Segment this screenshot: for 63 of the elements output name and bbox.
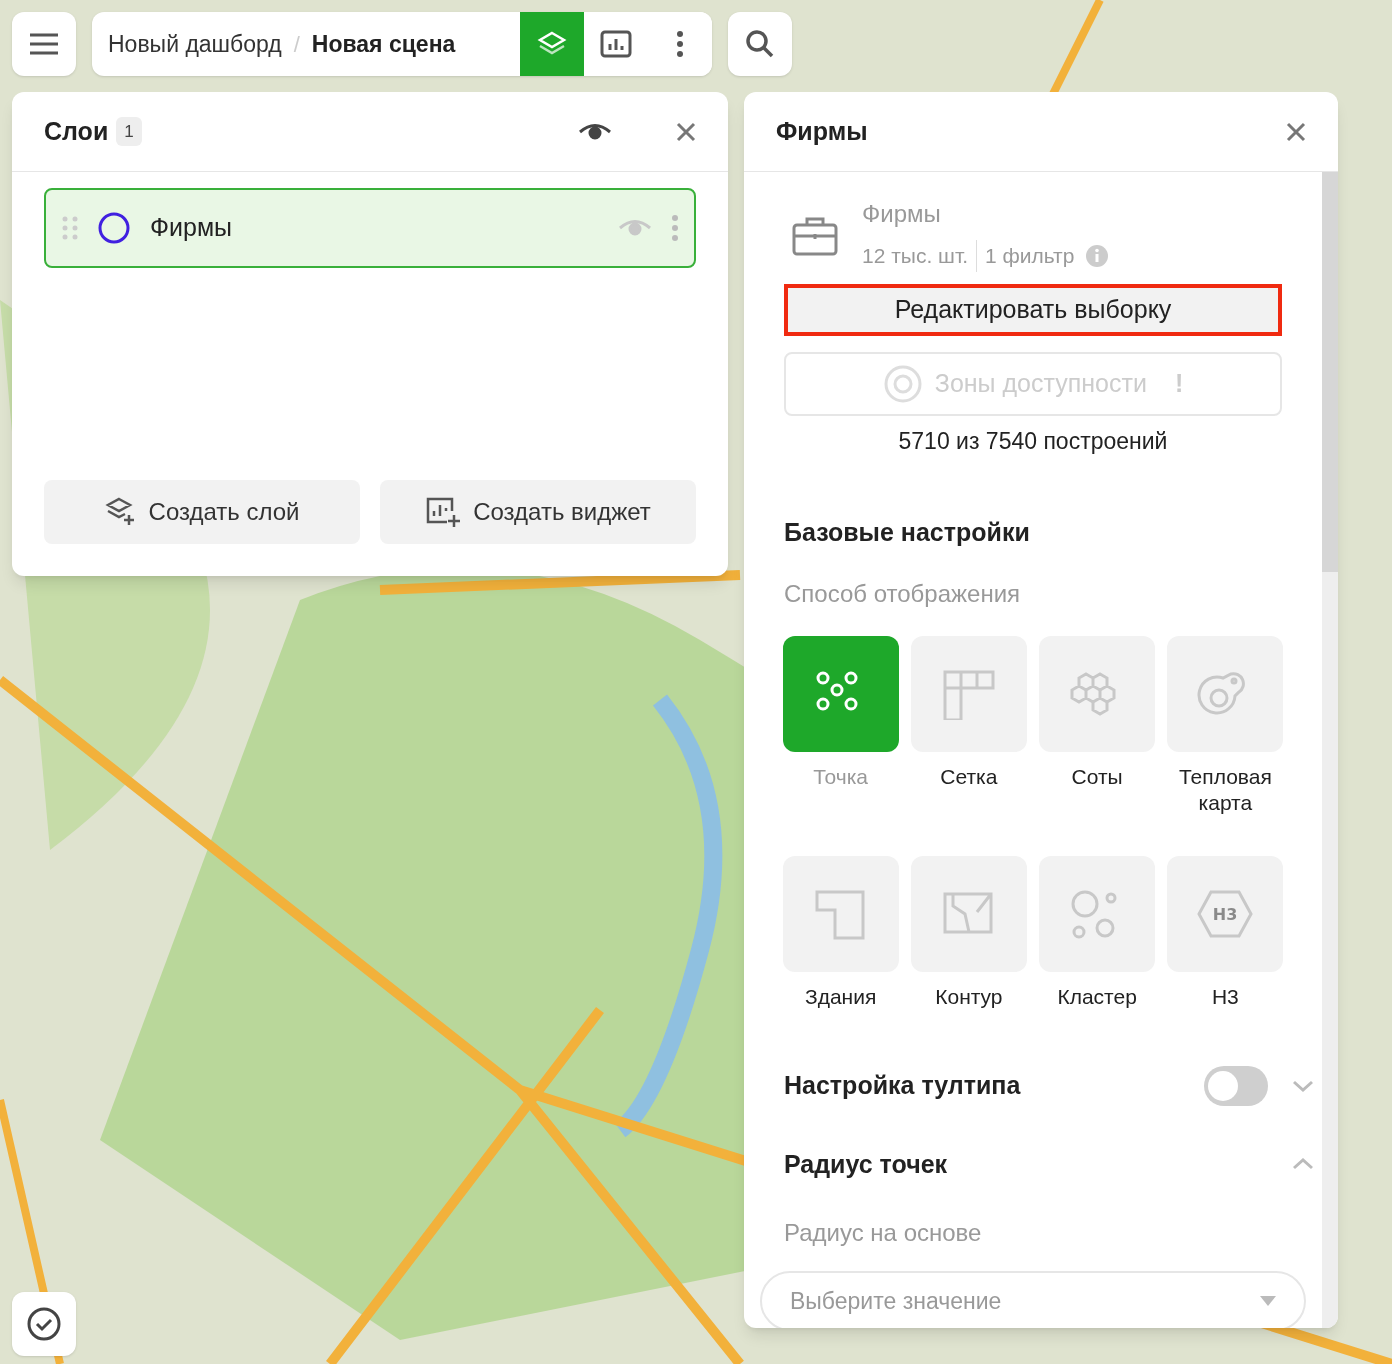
quota-text: 5710 из 7540 построений: [897, 426, 1169, 456]
layers-plus-icon: [104, 497, 137, 527]
widgets-button[interactable]: [584, 12, 648, 76]
dropdown-caret-icon: [1260, 1296, 1276, 1306]
display-mode-tile[interactable]: [782, 635, 899, 752]
source-name: Фирмы: [862, 199, 942, 229]
display-mode-tile[interactable]: [910, 635, 1027, 752]
briefcase-icon: [792, 216, 838, 256]
target-icon: [882, 363, 923, 404]
create-layer-button[interactable]: Создать слой: [44, 480, 360, 544]
display-mode-label: Сетка: [939, 763, 999, 790]
info-icon[interactable]: [1086, 244, 1109, 267]
display-mode-label: H3: [1210, 983, 1240, 1010]
chart-icon: [600, 30, 632, 58]
drag-handle-icon[interactable]: [62, 216, 78, 240]
section-title: Базовые настройки: [784, 517, 1031, 548]
layer-name: Фирмы: [150, 212, 234, 244]
panel-title: Фирмы: [776, 115, 869, 147]
layer-item[interactable]: Фирмы: [44, 188, 696, 268]
search-icon: [745, 29, 775, 59]
breadcrumb-separator: /: [292, 30, 301, 59]
warning-mark: !: [1174, 367, 1184, 399]
history-button[interactable]: [12, 1292, 76, 1356]
count-badge: 1: [116, 116, 142, 147]
display-mode-label: Тепловая карта: [1177, 763, 1273, 816]
menu-button[interactable]: [12, 12, 76, 76]
create-widget-button[interactable]: Создать виджет: [380, 480, 696, 544]
display-mode-tile[interactable]: [1167, 635, 1284, 752]
radius-basis-label: Радиус на основе: [784, 1218, 983, 1248]
close-icon[interactable]: [676, 121, 696, 142]
eye-icon: [578, 122, 612, 141]
display-mode-tile[interactable]: [782, 855, 899, 972]
display-mode-tile[interactable]: [910, 855, 1027, 972]
tooltip-toggle[interactable]: [1204, 1065, 1268, 1106]
more-button[interactable]: [648, 12, 712, 76]
edit-selection-button[interactable]: Редактировать выборку: [784, 283, 1282, 336]
chart-plus-icon: [425, 496, 462, 528]
display-mode-label: Контур: [934, 983, 1004, 1010]
display-mode-tile[interactable]: [1039, 855, 1156, 972]
filter-count: 1 фильтр: [984, 243, 1075, 269]
chevron-icon[interactable]: [1292, 1079, 1314, 1092]
menu-icon: [30, 33, 58, 55]
display-mode-label: Соты: [1070, 763, 1124, 790]
more-icon[interactable]: [672, 215, 678, 241]
clock-check-icon: [26, 1306, 62, 1342]
display-mode-tile[interactable]: [1039, 635, 1156, 752]
chevron-icon[interactable]: [1292, 1158, 1314, 1171]
scrollbar[interactable]: [1322, 172, 1338, 1328]
display-mode-label: Способ отображения: [784, 578, 1022, 609]
search-button[interactable]: [728, 12, 792, 76]
display-mode-label: Здания: [803, 983, 878, 1010]
breadcrumb-scene[interactable]: Новая сцена: [311, 26, 456, 62]
panel-title: Слои: [44, 115, 109, 147]
layers-icon: [537, 31, 567, 57]
more-icon: [677, 31, 683, 57]
source-count: 12 тыс. шт.: [862, 240, 978, 272]
close-icon[interactable]: [1286, 121, 1306, 142]
display-mode-label: Кластер: [1056, 983, 1138, 1010]
breadcrumb-dashboard[interactable]: Новый дашборд: [92, 26, 282, 62]
eye-icon: [618, 219, 652, 237]
tooltip-setting-title: Настройка тултипа: [784, 1069, 1022, 1101]
display-mode-label: Точка: [812, 763, 869, 790]
radius-title: Радиус точек: [784, 1148, 949, 1180]
